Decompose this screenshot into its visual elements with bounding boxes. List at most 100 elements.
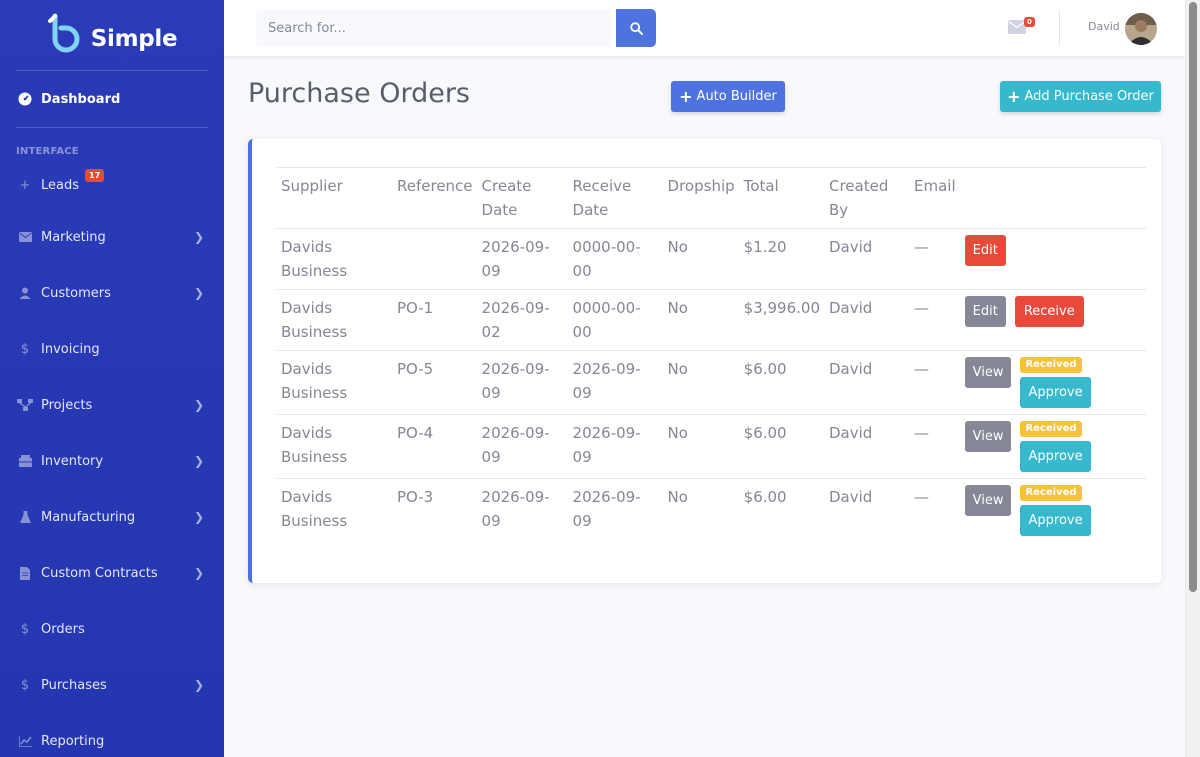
- brand-name: Simple: [90, 26, 178, 52]
- create-date-cell: 2026-09-02: [476, 289, 568, 351]
- sidebar-item-label: Invoicing: [41, 341, 100, 357]
- chevron-right-icon: ❯: [193, 678, 204, 692]
- column-header: Total: [743, 177, 779, 195]
- chevron-right-icon: ❯: [193, 566, 204, 580]
- view-button[interactable]: View: [964, 421, 1012, 452]
- approve-button[interactable]: Approve: [1020, 505, 1091, 536]
- search-input[interactable]: [256, 9, 612, 47]
- dropship-cell: No: [662, 228, 739, 290]
- created-by-cell: David: [824, 478, 909, 542]
- scrollbar[interactable]: [1185, 0, 1200, 757]
- column-header: Supplier: [281, 177, 343, 195]
- sidebar-item-purchases[interactable]: $ Purchases ❯: [0, 657, 224, 713]
- receive-button[interactable]: Receive: [1014, 296, 1084, 327]
- total-cell: $6.00: [738, 478, 824, 542]
- tachometer-icon: [16, 92, 34, 106]
- table-row: Davids Business PO-4 2026-09-09 2026-09-…: [276, 414, 1146, 479]
- reference-cell: PO-3: [392, 478, 477, 542]
- supplier-cell: Davids Business: [276, 414, 392, 479]
- sidebar-item-customers[interactable]: Customers ❯: [0, 265, 224, 321]
- view-button[interactable]: View: [964, 357, 1012, 388]
- sidebar-item-label: Orders: [41, 621, 85, 637]
- purchase-orders-card: Supplier Reference Create Date Receive D…: [248, 139, 1161, 583]
- sidebar: Simple Dashboard INTERFACE + Leads 17 Ma…: [0, 0, 224, 757]
- reference-cell: PO-4: [392, 414, 477, 479]
- table-header-row: Supplier Reference Create Date Receive D…: [276, 167, 1146, 229]
- sidebar-item-label: Marketing: [41, 229, 106, 245]
- table-row: Davids Business PO-1 2026-09-02 0000-00-…: [276, 289, 1146, 351]
- sidebar-item-label: Dashboard: [41, 91, 121, 107]
- create-date-cell: 2026-09-09: [476, 350, 568, 415]
- sidebar-item-label: Purchases: [41, 677, 107, 693]
- auto-builder-button[interactable]: + Auto Builder: [671, 81, 785, 112]
- email-cell: —: [909, 414, 960, 479]
- sidebar-item-label: Leads: [41, 177, 80, 193]
- total-cell: $6.00: [738, 414, 824, 479]
- table-row: Davids Business PO-3 2026-09-09 2026-09-…: [276, 478, 1146, 542]
- supplier-cell: Davids Business: [276, 289, 392, 351]
- avatar[interactable]: [1125, 13, 1157, 45]
- receive-date-cell: 0000-00-00: [567, 228, 663, 290]
- view-button[interactable]: View: [964, 485, 1012, 516]
- sidebar-item-label: Inventory: [41, 453, 104, 469]
- sidebar-item-invoicing[interactable]: $ Invoicing: [0, 321, 224, 377]
- approve-button[interactable]: Approve: [1020, 441, 1091, 472]
- user-name[interactable]: David: [1088, 20, 1120, 33]
- column-header: Create Date: [481, 177, 532, 219]
- brand[interactable]: Simple: [0, 0, 224, 70]
- reference-cell: PO-5: [392, 350, 477, 415]
- leads-count-badge: 17: [85, 169, 105, 182]
- chevron-right-icon: ❯: [193, 286, 204, 300]
- dropship-cell: No: [662, 414, 739, 479]
- receive-date-cell: 2026-09-09: [567, 478, 663, 542]
- sidebar-item-label: Manufacturing: [41, 509, 136, 525]
- sidebar-item-marketing[interactable]: Marketing ❯: [0, 209, 224, 265]
- sidebar-item-dashboard[interactable]: Dashboard: [0, 71, 224, 127]
- sidebar-item-custom-contracts[interactable]: Custom Contracts ❯: [0, 545, 224, 601]
- receive-date-cell: 0000-00-00: [567, 289, 663, 351]
- actions-header: [959, 167, 1146, 229]
- total-cell: $3,996.00: [738, 289, 824, 351]
- actions-cell: View Received Approve: [959, 350, 1146, 415]
- chevron-right-icon: ❯: [193, 454, 204, 468]
- scrollbar-thumb[interactable]: [1189, 2, 1197, 592]
- supplier-cell: Davids Business: [276, 228, 392, 290]
- supplier-cell: Davids Business: [276, 350, 392, 415]
- created-by-cell: David: [824, 289, 909, 351]
- created-by-cell: David: [824, 228, 909, 290]
- sidebar-item-leads[interactable]: + Leads 17: [0, 161, 224, 209]
- create-date-cell: 2026-09-09: [476, 228, 568, 290]
- auto-builder-label: Auto Builder: [696, 89, 777, 104]
- add-purchase-order-button[interactable]: + Add Purchase Order: [1000, 81, 1161, 112]
- logo-icon: [47, 13, 80, 53]
- sidebar-item-label: Projects: [41, 397, 93, 413]
- edit-button[interactable]: Edit: [964, 235, 1006, 266]
- search-button[interactable]: [616, 9, 656, 47]
- add-purchase-order-label: Add Purchase Order: [1024, 89, 1154, 104]
- status-badge: Received: [1020, 421, 1082, 437]
- chevron-right-icon: ❯: [193, 230, 204, 244]
- sidebar-item-inventory[interactable]: Inventory ❯: [0, 433, 224, 489]
- table-row: Davids Business 2026-09-09 0000-00-00 No…: [276, 228, 1146, 290]
- dollar-icon: $: [20, 341, 30, 357]
- email-cell: —: [909, 478, 960, 542]
- sidebar-item-projects[interactable]: Projects ❯: [0, 377, 224, 433]
- sidebar-item-manufacturing[interactable]: Manufacturing ❯: [0, 489, 224, 545]
- warehouse-icon: [16, 454, 34, 468]
- sidebar-item-orders[interactable]: $ Orders: [0, 601, 224, 657]
- dropship-cell: No: [662, 350, 739, 415]
- column-header: Dropship: [667, 177, 735, 195]
- plus-icon: +: [1007, 86, 1021, 106]
- envelope-icon: [16, 230, 34, 244]
- edit-button[interactable]: Edit: [964, 296, 1006, 327]
- dropship-cell: No: [662, 478, 739, 542]
- actions-cell: View Received Approve: [959, 478, 1146, 542]
- chevron-right-icon: ❯: [193, 398, 204, 412]
- sidebar-item-reporting[interactable]: Reporting: [0, 713, 224, 757]
- approve-button[interactable]: Approve: [1020, 377, 1091, 408]
- reference-cell: PO-1: [392, 289, 477, 351]
- sidebar-item-label: Custom Contracts: [41, 565, 158, 581]
- topbar: 0 David: [224, 0, 1185, 56]
- column-header: Reference: [397, 177, 473, 195]
- receive-date-cell: 2026-09-09: [567, 350, 663, 415]
